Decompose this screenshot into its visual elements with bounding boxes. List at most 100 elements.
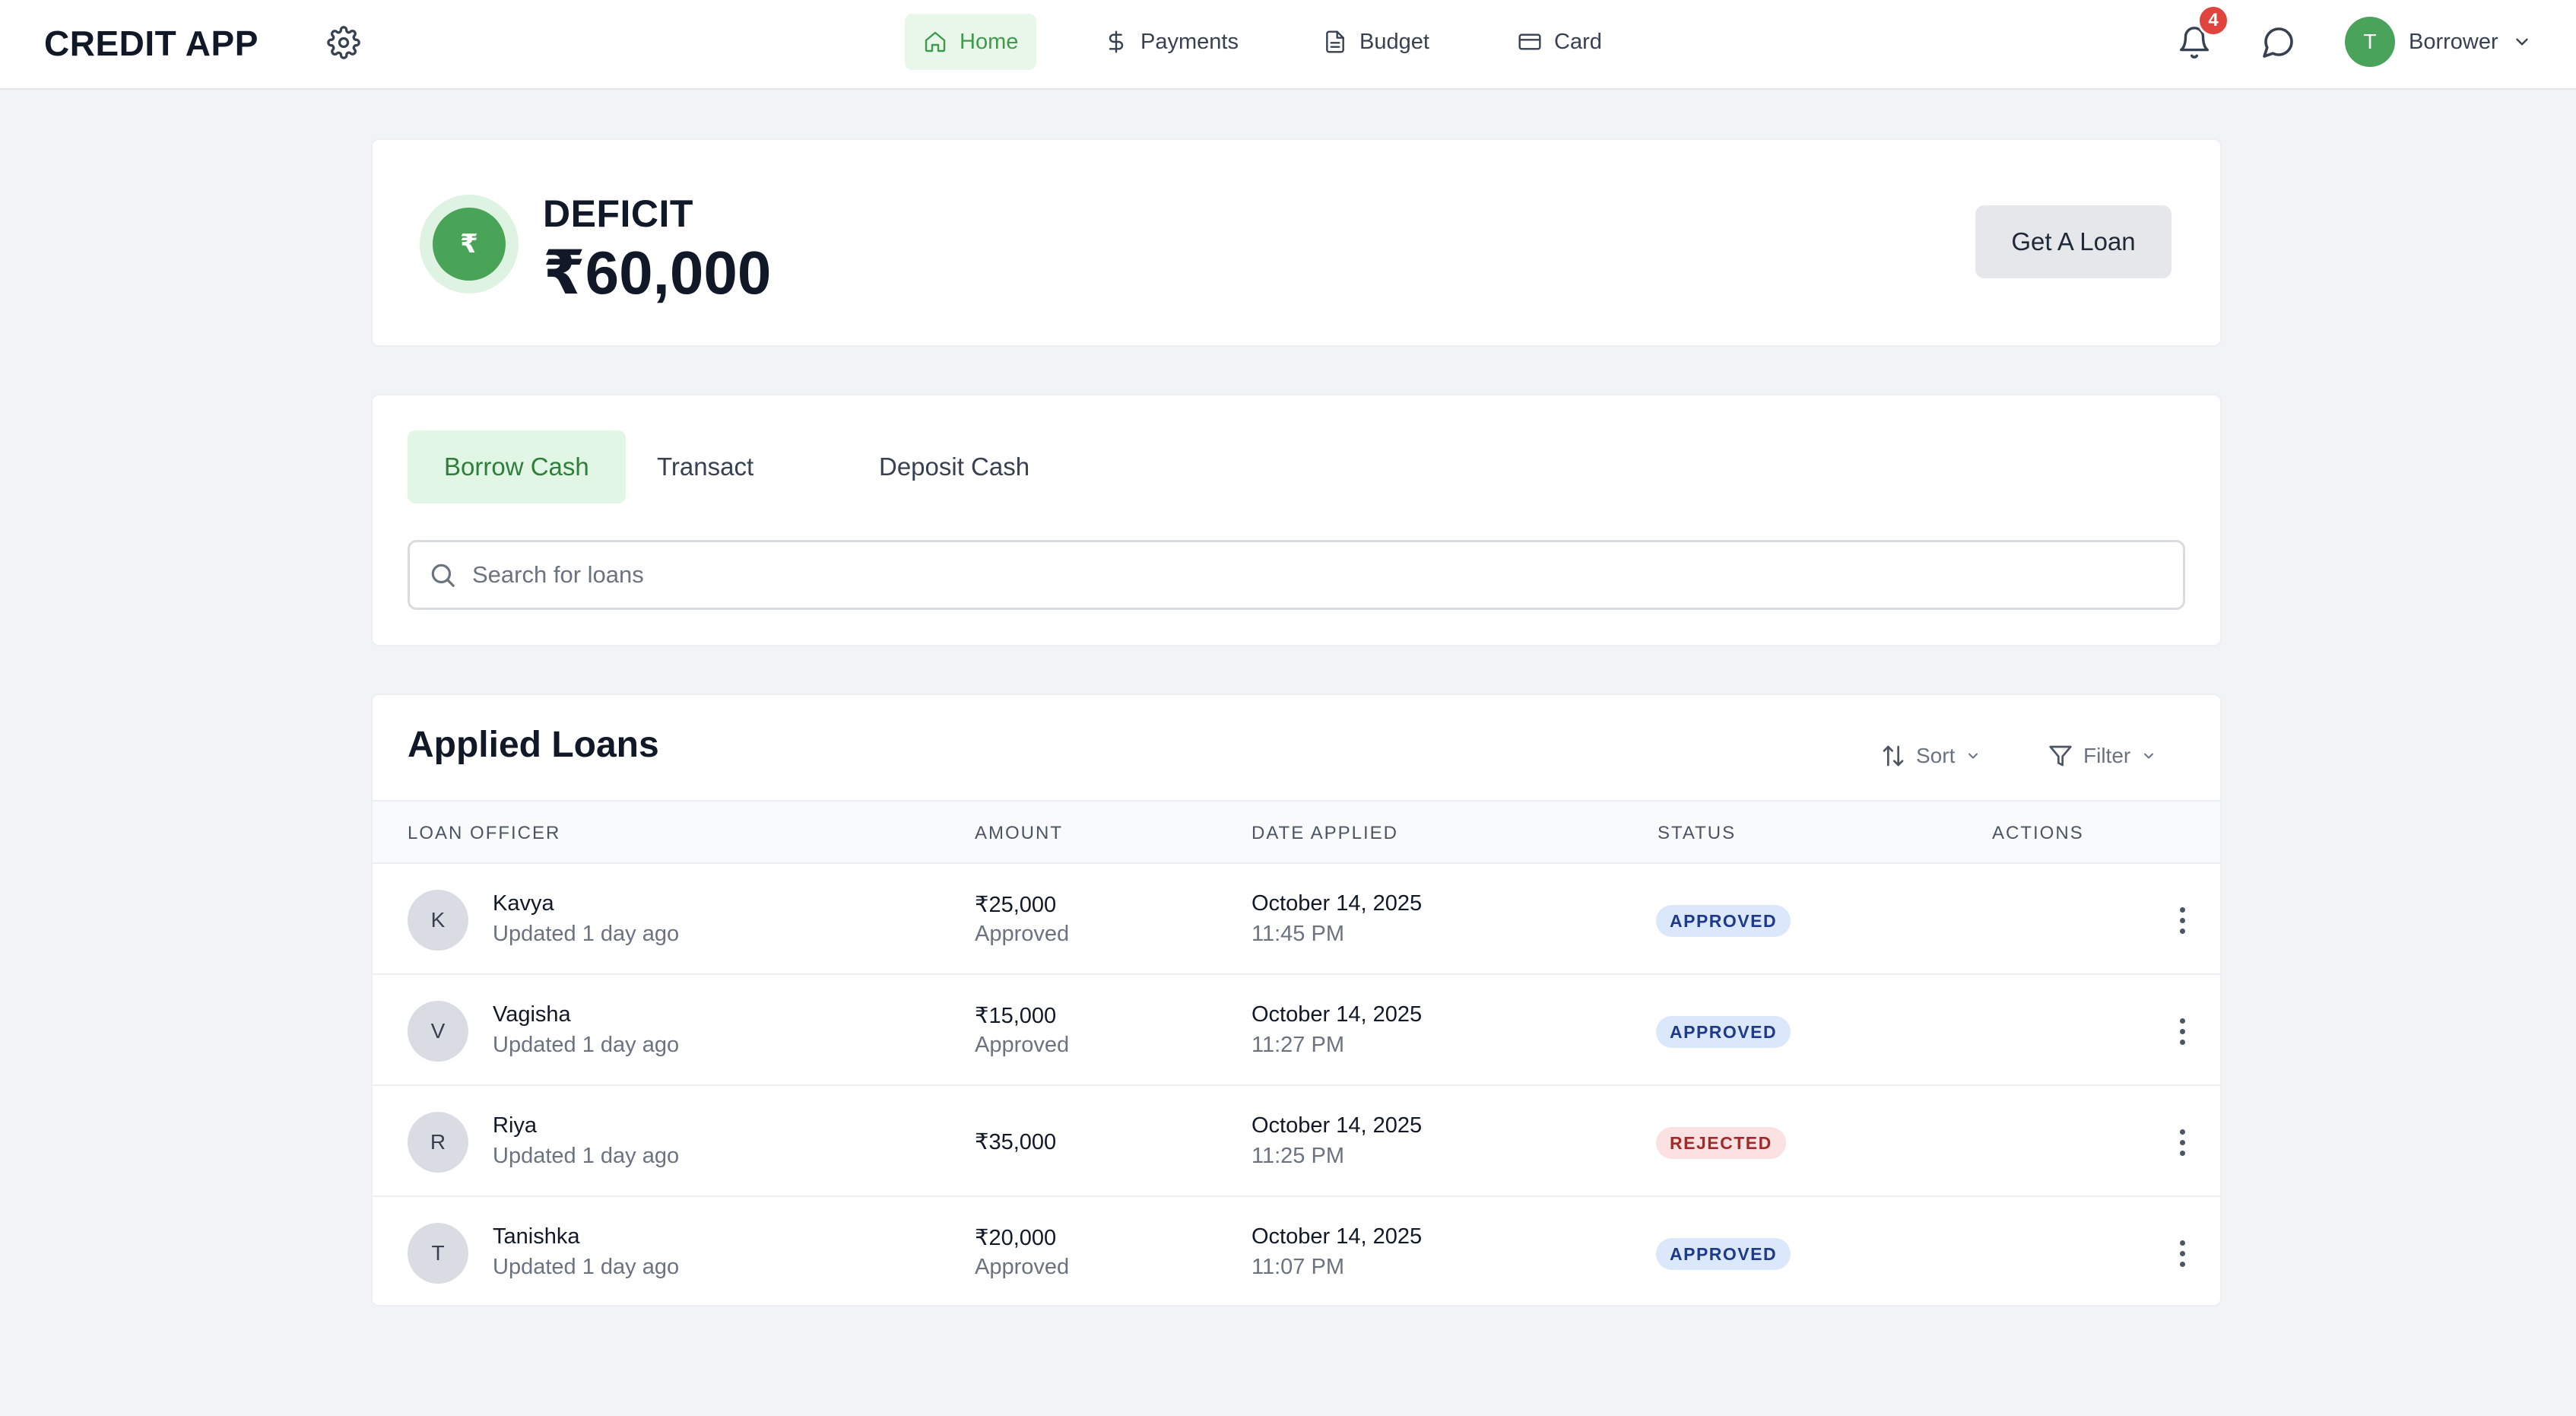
date-applied: October 14, 2025 bbox=[1252, 1113, 1423, 1138]
chevron-down-icon bbox=[2144, 753, 2154, 759]
get-a-loan-button[interactable]: Get A Loan bbox=[1975, 205, 2172, 278]
officer-name: Tanishka bbox=[493, 1224, 580, 1249]
user-name: Borrower bbox=[2409, 29, 2498, 54]
nav-item-card[interactable]: Card bbox=[1499, 14, 1620, 70]
row-actions-button[interactable] bbox=[2167, 1230, 2197, 1276]
officer-name: Vagisha bbox=[493, 1002, 571, 1027]
notification-count-badge: 4 bbox=[2197, 5, 2229, 37]
column-header-amount: AMOUNT bbox=[975, 823, 1063, 843]
status-badge: APPROVED bbox=[1656, 905, 1791, 937]
app-title[interactable]: CREDIT APP bbox=[44, 23, 259, 64]
officer-updated: Updated 1 day ago bbox=[493, 1144, 680, 1168]
loan-amount: ₹20,000 bbox=[975, 1226, 1057, 1250]
avatar: T bbox=[2345, 17, 2395, 67]
loan-amount-status: Approved bbox=[975, 1033, 1070, 1057]
filter-label: Filter bbox=[2083, 744, 2131, 767]
chevron-down-icon bbox=[2515, 38, 2528, 46]
time-applied: 11:07 PM bbox=[1252, 1255, 1344, 1279]
balance-amount: ₹60,000 bbox=[543, 239, 772, 306]
table-row[interactable]: R Riya Updated 1 day ago ₹35,000 October… bbox=[373, 1086, 2220, 1197]
nav-item-label: Payments bbox=[1140, 29, 1239, 54]
rupee-coin-icon: ₹ bbox=[420, 195, 519, 294]
nav-item-label: Home bbox=[960, 29, 1019, 54]
kebab-dot bbox=[2179, 906, 2185, 913]
gear-icon bbox=[327, 26, 360, 59]
status-badge: APPROVED bbox=[1656, 1238, 1791, 1270]
time-applied: 11:45 PM bbox=[1252, 922, 1344, 946]
dollar-icon bbox=[1109, 30, 1124, 53]
balance-label: DEFICIT bbox=[543, 192, 693, 235]
loan-amount: ₹35,000 bbox=[975, 1130, 1057, 1154]
filter-funnel-icon bbox=[2049, 745, 2072, 767]
kebab-dot bbox=[2179, 928, 2185, 934]
row-actions-button[interactable] bbox=[2167, 1119, 2197, 1165]
applied-loans-card: Applied Loans Sort Filter LOAN OFFICER A… bbox=[371, 694, 2222, 1306]
officer-name: Kavya bbox=[493, 891, 554, 916]
officer-avatar: R bbox=[408, 1112, 468, 1173]
rupee-symbol: ₹ bbox=[433, 208, 506, 281]
messages-button[interactable] bbox=[2255, 20, 2301, 65]
kebab-dot bbox=[2179, 1018, 2185, 1024]
loan-amount-status: Approved bbox=[975, 1255, 1070, 1279]
table-row[interactable]: V Vagisha Updated 1 day ago ₹15,000 Appr… bbox=[373, 975, 2220, 1086]
tab-deposit-cash[interactable]: Deposit Cash bbox=[842, 430, 1066, 503]
tab-borrow-cash[interactable]: Borrow Cash bbox=[408, 430, 626, 503]
officer-avatar: V bbox=[408, 1001, 468, 1062]
officer-updated: Updated 1 day ago bbox=[493, 922, 680, 946]
status-badge: REJECTED bbox=[1656, 1127, 1786, 1159]
nav-item-budget[interactable]: Budget bbox=[1305, 14, 1448, 70]
actions-card: Borrow Cash Transact Deposit Cash bbox=[371, 394, 2222, 646]
section-title: Applied Loans bbox=[408, 725, 659, 765]
time-applied: 11:27 PM bbox=[1252, 1033, 1344, 1057]
kebab-dot bbox=[2179, 1028, 2185, 1034]
sort-button[interactable]: Sort bbox=[1881, 733, 1981, 779]
kebab-dot bbox=[2179, 1261, 2185, 1267]
date-applied: October 14, 2025 bbox=[1252, 1002, 1423, 1027]
search-bar[interactable] bbox=[408, 540, 2185, 610]
user-menu[interactable]: T Borrower bbox=[2345, 17, 2532, 67]
search-icon bbox=[431, 564, 455, 587]
loan-amount-status: Approved bbox=[975, 922, 1070, 946]
search-input[interactable] bbox=[472, 561, 2145, 589]
kebab-dot bbox=[2179, 1150, 2185, 1156]
top-navigation-bar: CREDIT APP Home Payments Budget Card 4 T… bbox=[0, 0, 2576, 90]
balance-card: ₹ DEFICIT ₹60,000 Get A Loan bbox=[371, 138, 2222, 347]
nav-item-home[interactable]: Home bbox=[905, 14, 1037, 70]
document-icon bbox=[1326, 30, 1344, 53]
loan-amount: ₹25,000 bbox=[975, 893, 1057, 917]
settings-button[interactable] bbox=[322, 21, 365, 64]
officer-name: Riya bbox=[493, 1113, 538, 1138]
row-actions-button[interactable] bbox=[2167, 1008, 2197, 1054]
chat-bubble-icon bbox=[2263, 27, 2293, 58]
row-actions-button[interactable] bbox=[2167, 897, 2197, 943]
kebab-dot bbox=[2179, 1139, 2185, 1145]
home-icon bbox=[925, 31, 946, 52]
nav-item-label: Card bbox=[1554, 29, 1602, 54]
officer-updated: Updated 1 day ago bbox=[493, 1255, 680, 1279]
kebab-dot bbox=[2179, 1129, 2185, 1135]
kebab-dot bbox=[2179, 1240, 2185, 1246]
table-row[interactable]: K Kavya Updated 1 day ago ₹25,000 Approv… bbox=[373, 864, 2220, 975]
filter-button[interactable]: Filter bbox=[2048, 733, 2156, 779]
kebab-dot bbox=[2179, 1250, 2185, 1256]
kebab-dot bbox=[2179, 917, 2185, 923]
loan-amount: ₹15,000 bbox=[975, 1004, 1057, 1028]
column-header-status: STATUS bbox=[1658, 823, 1737, 843]
officer-updated: Updated 1 day ago bbox=[493, 1033, 680, 1057]
table-row[interactable]: T Tanishka Updated 1 day ago ₹20,000 App… bbox=[373, 1197, 2220, 1305]
officer-avatar: T bbox=[408, 1223, 468, 1284]
sort-label: Sort bbox=[1916, 744, 1956, 767]
tab-transact[interactable]: Transact bbox=[620, 430, 790, 503]
column-header-actions: ACTIONS bbox=[1992, 823, 2084, 843]
officer-avatar: K bbox=[408, 890, 468, 951]
chevron-down-icon bbox=[1968, 753, 1978, 759]
column-header-loan-officer: LOAN OFFICER bbox=[408, 823, 561, 843]
column-header-date-applied: DATE APPLIED bbox=[1252, 823, 1398, 843]
kebab-dot bbox=[2179, 1039, 2185, 1045]
table-header: LOAN OFFICER AMOUNT DATE APPLIED STATUS … bbox=[373, 800, 2220, 864]
date-applied: October 14, 2025 bbox=[1252, 891, 1423, 916]
credit-card-icon bbox=[1518, 33, 1541, 50]
sort-arrows-icon bbox=[1883, 745, 1904, 767]
nav-item-payments[interactable]: Payments bbox=[1086, 14, 1257, 70]
nav-item-label: Budget bbox=[1359, 29, 1429, 54]
